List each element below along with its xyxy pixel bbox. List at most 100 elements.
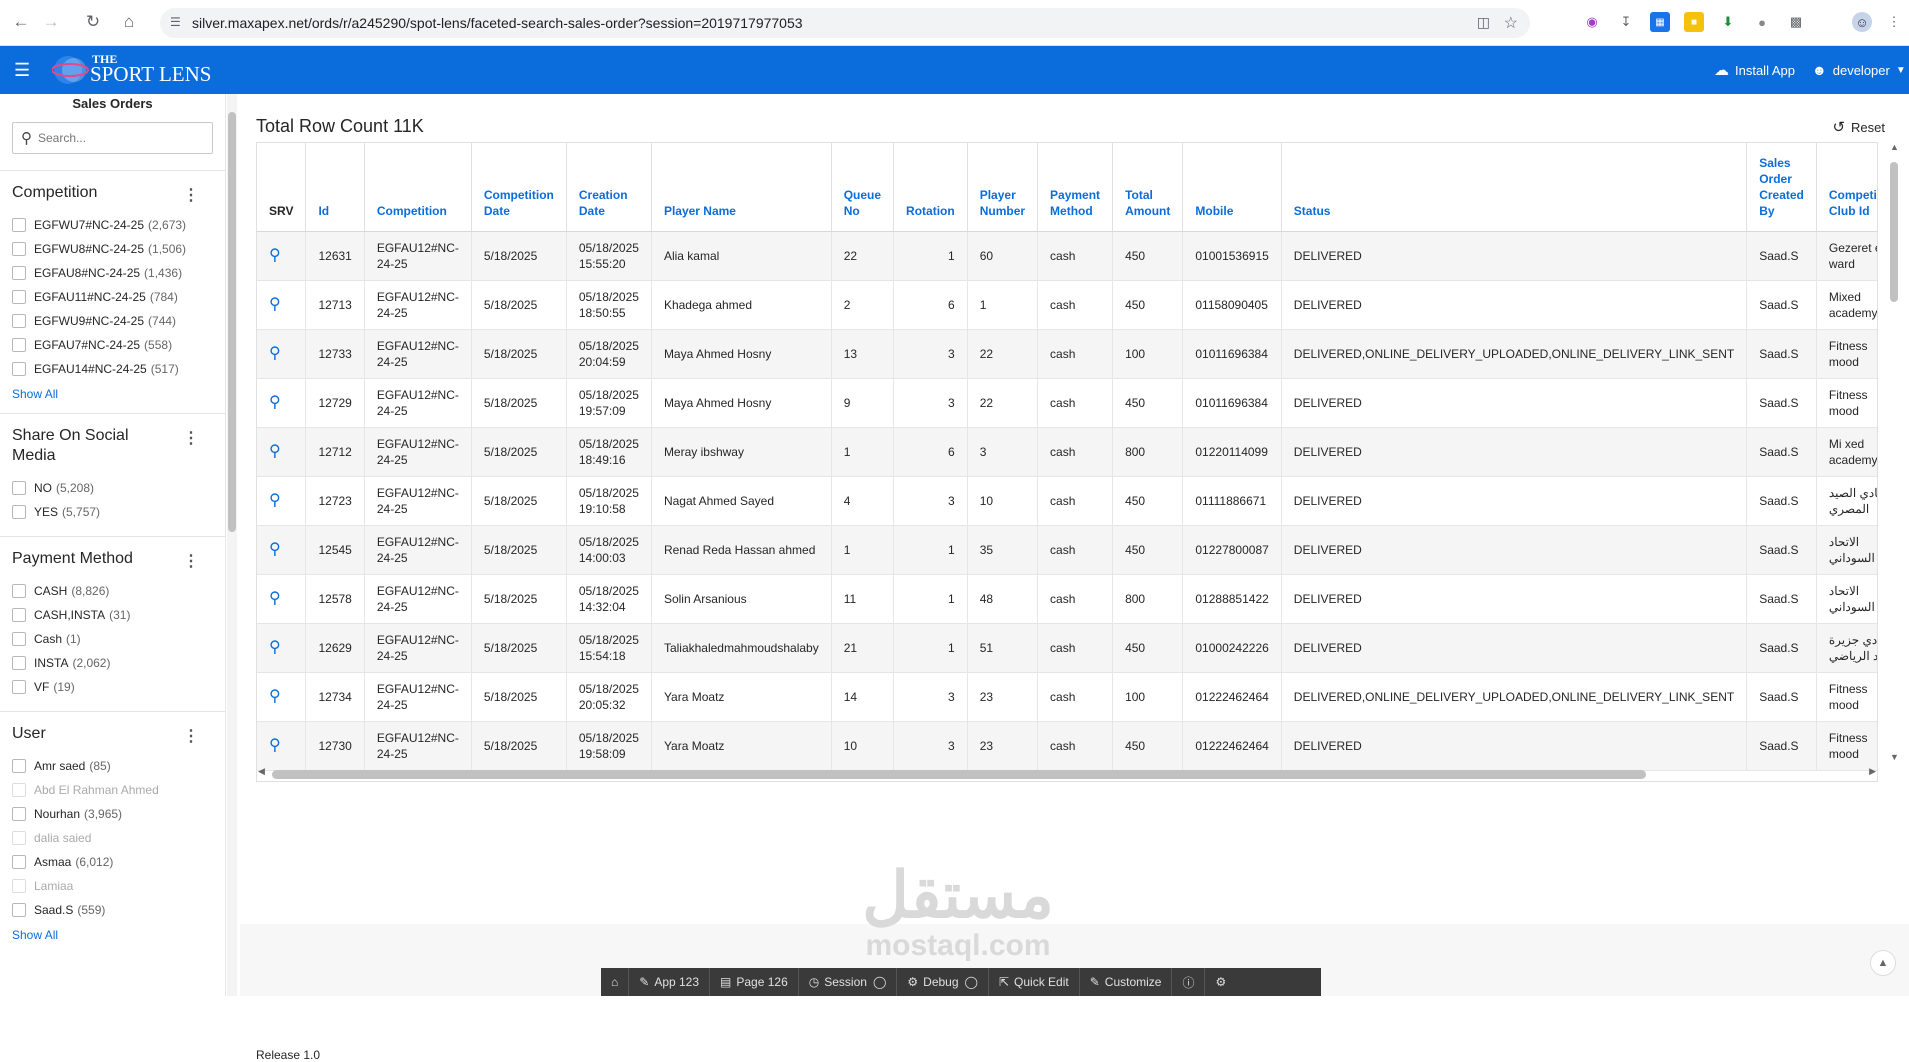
devbar-debug-button[interactable]: ⚙ Debug ◯	[897, 968, 989, 996]
checkbox[interactable]	[12, 632, 26, 646]
table-row[interactable]: ⚲ 12734 EGFAU12#NC-24-25 5/18/2025 05/18/202…	[257, 672, 1877, 722]
checkbox[interactable]	[12, 584, 26, 598]
column-header[interactable]: Player Number	[967, 143, 1039, 232]
profile-avatar-icon[interactable]: ☺	[1852, 12, 1872, 32]
facet-option[interactable]: Lamiaa	[12, 874, 213, 898]
download-icon[interactable]: ↧	[1616, 12, 1636, 32]
checkbox[interactable]	[12, 266, 26, 280]
facet-option[interactable]: Nourhan (3,965)	[12, 802, 213, 826]
grid-horizontal-scrollbar[interactable]: ◀ ▶	[256, 766, 1878, 780]
scroll-right-icon[interactable]: ▶	[1869, 766, 1876, 777]
back-icon[interactable]: ←	[10, 11, 32, 33]
table-row[interactable]: ⚲ 12729 EGFAU12#NC-24-25 5/18/2025 05/18/202…	[257, 378, 1877, 428]
column-header[interactable]: Mobile	[1182, 143, 1282, 232]
extension-circle-icon[interactable]: ●	[1752, 12, 1772, 32]
show-all-link[interactable]: Show All	[12, 928, 213, 942]
facet-option[interactable]: CASH,INSTA (31)	[12, 603, 213, 627]
view-details-search-icon[interactable]: ⚲	[269, 541, 281, 558]
home-icon[interactable]: ⌂	[118, 11, 140, 33]
view-details-search-icon[interactable]: ⚲	[269, 296, 281, 313]
extension-download-green-icon[interactable]: ⬇	[1718, 12, 1738, 32]
checkbox[interactable]	[12, 505, 26, 519]
checkbox[interactable]	[12, 362, 26, 376]
extension-radio-icon[interactable]: ◉	[1582, 12, 1602, 32]
devbar-info-button[interactable]: ⓘ	[1172, 968, 1206, 996]
reset-button[interactable]: ↺ Reset	[1832, 118, 1885, 136]
facet-option[interactable]: Cash (1)	[12, 627, 213, 651]
table-row[interactable]: ⚲ 12578 EGFAU12#NC-24-25 5/18/2025 05/18/202…	[257, 574, 1877, 624]
facet-option[interactable]: EGFWU9#NC-24-25 (744)	[12, 309, 213, 333]
facet-option[interactable]: NO (5,208)	[12, 476, 213, 500]
view-details-search-icon[interactable]: ⚲	[269, 394, 281, 411]
extension-yellow-icon[interactable]: ■	[1684, 12, 1704, 32]
user-menu-button[interactable]: ☻ developer ▼	[1812, 46, 1906, 94]
view-details-search-icon[interactable]: ⚲	[269, 590, 281, 607]
view-details-search-icon[interactable]: ⚲	[269, 492, 281, 509]
column-header[interactable]: SRV	[257, 143, 307, 232]
column-header[interactable]: Sales Order Created By	[1746, 143, 1817, 232]
scroll-up-icon[interactable]: ▲	[1890, 142, 1899, 152]
srv-cell[interactable]: ⚲	[257, 329, 307, 379]
srv-cell[interactable]: ⚲	[257, 574, 307, 624]
facet-option[interactable]: Asmaa (6,012)	[12, 850, 213, 874]
checkbox[interactable]	[12, 783, 26, 797]
hamburger-menu-icon[interactable]: ☰	[14, 60, 30, 81]
table-row[interactable]: ⚲ 12631 EGFAU12#NC-24-25 5/18/2025 05/18/202…	[257, 231, 1877, 281]
more-options-icon[interactable]: ⋮	[183, 185, 199, 205]
devbar-page-button[interactable]: ▤ Page 126	[710, 968, 799, 996]
checkbox[interactable]	[12, 807, 26, 821]
table-row[interactable]: ⚲ 12629 EGFAU12#NC-24-25 5/18/2025 05/18/202…	[257, 623, 1877, 673]
facet-option[interactable]: dalia saied	[12, 826, 213, 850]
devbar-settings-button[interactable]: ⚙	[1205, 968, 1236, 996]
checkbox[interactable]	[12, 242, 26, 256]
more-options-icon[interactable]: ⋮	[183, 551, 199, 571]
grid-vertical-scrollbar[interactable]: ▲ ▼	[1888, 142, 1900, 762]
view-details-search-icon[interactable]: ⚲	[269, 737, 281, 754]
extensions-puzzle-icon[interactable]: ▩	[1786, 12, 1806, 32]
address-bar[interactable]: ☰ silver.maxapex.net/ords/r/a245290/spot…	[160, 8, 1530, 38]
more-options-icon[interactable]: ⋮	[183, 726, 199, 746]
table-row[interactable]: ⚲ 12723 EGFAU12#NC-24-25 5/18/2025 05/18/202…	[257, 476, 1877, 526]
table-row[interactable]: ⚲ 12545 EGFAU12#NC-24-25 5/18/2025 05/18/202…	[257, 525, 1877, 575]
column-header[interactable]: Payment Method	[1037, 143, 1114, 232]
install-icon[interactable]: ◫	[1477, 14, 1490, 31]
view-details-search-icon[interactable]: ⚲	[269, 345, 281, 362]
checkbox[interactable]	[12, 290, 26, 304]
checkbox[interactable]	[12, 656, 26, 670]
facet-option[interactable]: YES (5,757)	[12, 500, 213, 524]
table-row[interactable]: ⚲ 12733 EGFAU12#NC-24-25 5/18/2025 05/18/202…	[257, 329, 1877, 379]
checkbox[interactable]	[12, 218, 26, 232]
checkbox[interactable]	[12, 903, 26, 917]
srv-cell[interactable]: ⚲	[257, 280, 307, 330]
show-all-link[interactable]: Show All	[12, 387, 213, 401]
srv-cell[interactable]: ⚲	[257, 721, 307, 771]
app-logo[interactable]: THE SPORT LENS	[52, 52, 222, 88]
facet-option[interactable]: EGFAU7#NC-24-25 (558)	[12, 333, 213, 357]
column-header[interactable]: Queue No	[831, 143, 895, 232]
facet-option[interactable]: CASH (8,826)	[12, 579, 213, 603]
column-header[interactable]: Total Amount	[1112, 143, 1184, 232]
srv-cell[interactable]: ⚲	[257, 427, 307, 477]
facet-option[interactable]: EGFAU8#NC-24-25 (1,436)	[12, 261, 213, 285]
column-header[interactable]: Status	[1281, 143, 1748, 232]
table-row[interactable]: ⚲ 12712 EGFAU12#NC-24-25 5/18/2025 05/18/202…	[257, 427, 1877, 477]
forward-icon[interactable]: →	[40, 11, 62, 33]
checkbox[interactable]	[12, 314, 26, 328]
sidebar-scrollbar[interactable]	[227, 94, 237, 996]
devbar-session-button[interactable]: ◷ Session ◯	[799, 968, 898, 996]
devbar-quick-edit-button[interactable]: ⇱ Quick Edit	[989, 968, 1080, 996]
facet-option[interactable]: VF (19)	[12, 675, 213, 699]
view-details-search-icon[interactable]: ⚲	[269, 688, 281, 705]
facet-option[interactable]: Abd El Rahman Ahmed	[12, 778, 213, 802]
facet-option[interactable]: INSTA (2,062)	[12, 651, 213, 675]
checkbox[interactable]	[12, 879, 26, 893]
scroll-left-icon[interactable]: ◀	[258, 766, 265, 777]
table-row[interactable]: ⚲ 12713 EGFAU12#NC-24-25 5/18/2025 05/18/202…	[257, 280, 1877, 330]
view-details-search-icon[interactable]: ⚲	[269, 247, 281, 264]
scroll-down-icon[interactable]: ▼	[1890, 752, 1899, 762]
column-header[interactable]: Id	[305, 143, 365, 232]
bookmark-star-icon[interactable]: ☆	[1504, 13, 1518, 33]
column-header[interactable]: Competition Club Id	[1816, 143, 1877, 232]
srv-cell[interactable]: ⚲	[257, 378, 307, 428]
browser-menu-icon[interactable]: ⋮	[1884, 12, 1904, 32]
